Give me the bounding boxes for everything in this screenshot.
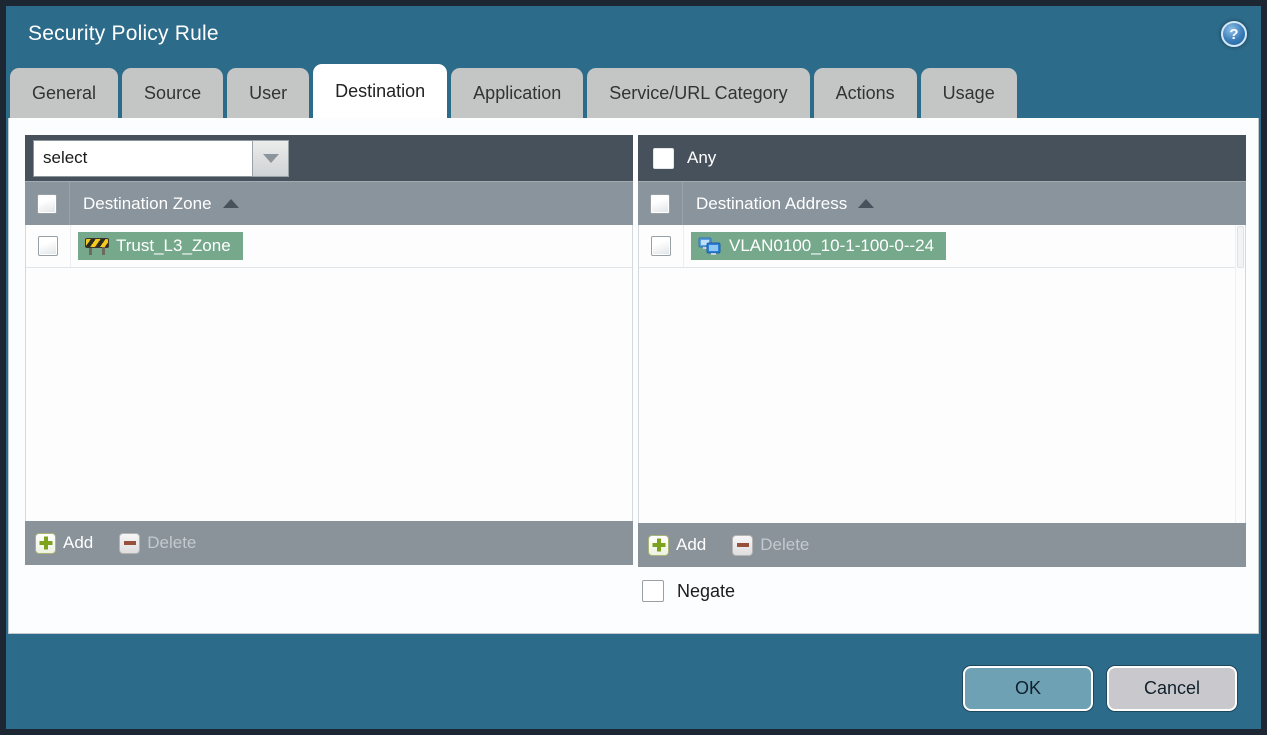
plus-icon [648,534,669,556]
address-select-all-checkbox[interactable] [650,193,670,214]
table-row[interactable]: Trust_L3_Zone [26,225,632,268]
negate-toggle[interactable]: Negate [642,580,735,602]
address-chip-label: VLAN0100_10-1-100-0--24 [729,236,935,255]
tab-application[interactable]: Application [451,68,584,118]
add-zone-button[interactable]: Add [35,532,93,554]
tab-destination[interactable]: Destination [313,64,448,118]
address-table-header: Destination Address [638,181,1246,225]
tab-user[interactable]: User [227,68,310,118]
chevron-down-icon [262,153,279,163]
zone-column-header[interactable]: Destination Zone [70,194,212,214]
address-column-header[interactable]: Destination Address [683,194,847,214]
minus-icon [119,532,141,554]
negate-checkbox[interactable] [642,580,664,602]
tab-bar: General Source User Destination Applicat… [6,62,1261,118]
address-chip[interactable]: VLAN0100_10-1-100-0--24 [691,232,947,260]
delete-address-button[interactable]: Delete [732,534,809,556]
tab-actions[interactable]: Actions [813,68,917,118]
destination-tab-content: select Destination Zone Trust_L3_Zone Ad… [8,118,1259,634]
sort-ascending-icon[interactable] [222,199,239,208]
zone-select[interactable]: select [33,139,289,177]
sort-ascending-icon[interactable] [858,199,875,208]
zone-chip[interactable]: Trust_L3_Zone [78,232,243,260]
dialog-action-buttons: OK Cancel [963,666,1237,711]
add-address-button[interactable]: Add [648,534,706,556]
zone-select-value[interactable]: select [33,139,252,177]
help-icon[interactable]: ? [1221,21,1247,47]
any-checkbox[interactable] [653,147,674,169]
ok-button[interactable]: OK [963,666,1093,711]
any-toggle[interactable]: Any [646,147,717,169]
plus-icon [35,532,56,554]
delete-zone-button[interactable]: Delete [119,532,196,554]
tab-usage[interactable]: Usage [920,68,1017,118]
zone-select-dropdown-button[interactable] [252,139,289,177]
zone-select-all-checkbox[interactable] [37,193,57,214]
cancel-button[interactable]: Cancel [1107,666,1237,711]
zone-toolbar: select [25,135,633,181]
zone-barricade-icon [85,237,109,255]
address-footer-toolbar: Add Delete [638,523,1246,567]
negate-label: Negate [677,580,736,601]
tab-service-url-category[interactable]: Service/URL Category [587,68,810,118]
security-policy-rule-dialog: Security Policy Rule ? General Source Us… [0,0,1267,735]
tab-general[interactable]: General [10,68,119,118]
zone-table-header: Destination Zone [25,181,633,225]
destination-zone-panel: select Destination Zone Trust_L3_Zone Ad… [25,135,633,565]
minus-icon [732,534,754,556]
zone-table-body: Trust_L3_Zone [25,225,633,521]
address-network-icon [698,237,721,255]
zone-footer-toolbar: Add Delete [25,521,633,565]
dialog-title: Security Policy Rule [28,22,219,45]
destination-address-panel: Any Destination Address VLAN0100_10-1-10… [638,135,1246,567]
zone-chip-label: Trust_L3_Zone [116,236,231,255]
vertical-scrollbar[interactable] [1235,225,1245,523]
title-bar: Security Policy Rule ? [6,6,1261,62]
address-toolbar: Any [638,135,1246,181]
address-table-body: VLAN0100_10-1-100-0--24 [638,225,1246,523]
address-row-checkbox[interactable] [651,236,671,256]
scrollbar-thumb[interactable] [1237,226,1244,268]
any-label: Any [687,148,717,167]
table-row[interactable]: VLAN0100_10-1-100-0--24 [639,225,1245,268]
tab-source[interactable]: Source [122,68,224,118]
zone-row-checkbox[interactable] [38,236,58,256]
